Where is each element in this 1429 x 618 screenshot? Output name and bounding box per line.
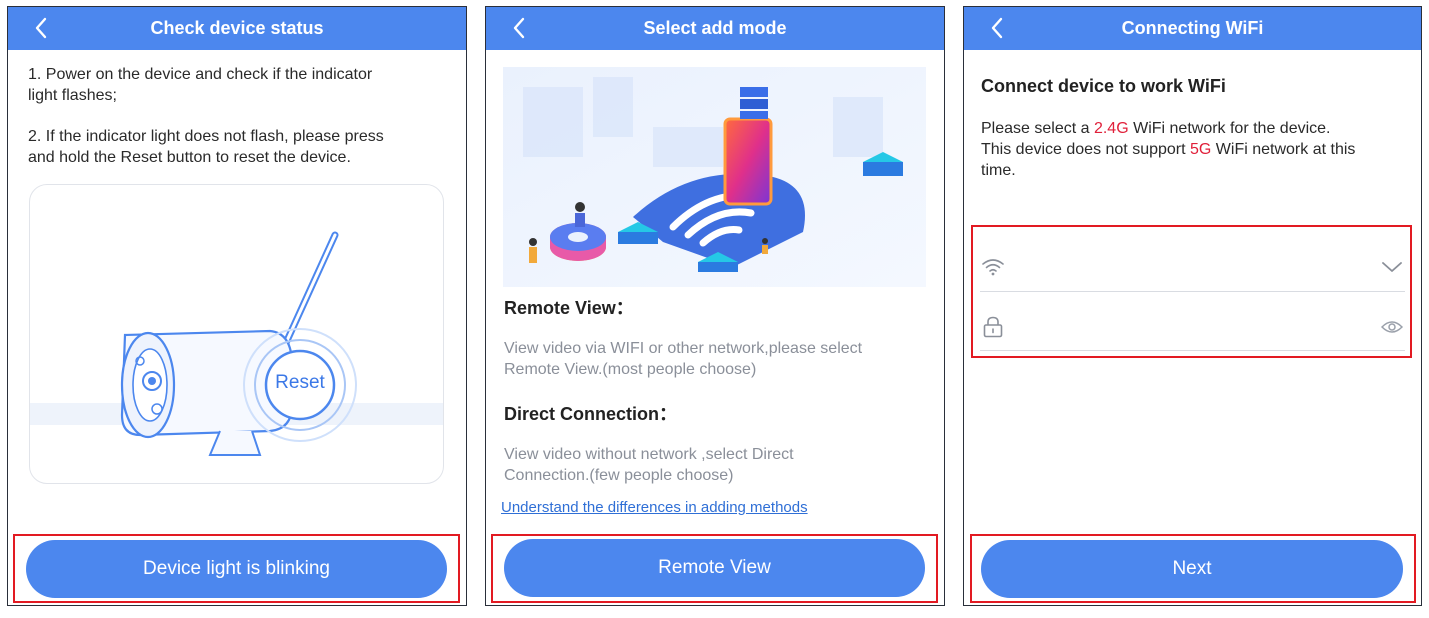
connecting-wifi-screen: Connecting WiFi Connect device to work W… xyxy=(963,6,1422,606)
select-add-mode-screen: Select add mode Remote View： View video … xyxy=(485,6,945,606)
header-bar: Check device status xyxy=(8,7,466,50)
instruction-line: 1. Power on the device and check if the … xyxy=(28,66,373,83)
check-device-status-screen: Check device status 1. Power on the devi… xyxy=(7,6,467,606)
page-title: Check device status xyxy=(150,18,324,38)
chevron-down-icon[interactable] xyxy=(1381,260,1403,274)
direct-connection-description: View video without network ,select Direc… xyxy=(504,444,794,486)
lock-icon xyxy=(983,316,1003,338)
description-line: Connection.(few people choose) xyxy=(504,467,734,484)
band-5g-highlight: 5G xyxy=(1190,141,1212,158)
instruction-step-2: 2. If the indicator light does not flash… xyxy=(28,126,384,168)
instruction-line: and hold the Reset button to reset the d… xyxy=(28,149,351,166)
remote-view-heading: Remote View： xyxy=(504,298,634,318)
description-line: View video via WIFI or other network,ple… xyxy=(504,340,863,357)
device-light-blinking-button[interactable]: Device light is blinking xyxy=(26,540,447,598)
camera-reset-illustration: Reset xyxy=(29,184,444,484)
page-title: Select add mode xyxy=(643,18,787,38)
instruction-line: light flashes; xyxy=(28,87,117,104)
header-bar: Select add mode xyxy=(486,7,944,50)
remote-view-button[interactable]: Remote View xyxy=(504,539,925,597)
wifi-icon xyxy=(982,259,1004,276)
wifi-ssid-field[interactable] xyxy=(980,252,1405,292)
header-bar: Connecting WiFi xyxy=(964,7,1421,50)
remote-view-description: View video via WIFI or other network,ple… xyxy=(504,338,862,380)
eye-icon[interactable] xyxy=(1381,320,1403,334)
requirement-line: time. xyxy=(981,162,1016,179)
remote-network-illustration xyxy=(503,67,926,287)
wifi-requirement-text: Please select a 2.4G WiFi network for th… xyxy=(981,118,1355,181)
description-line: View video without network ,select Direc… xyxy=(504,446,794,463)
security-camera-image xyxy=(30,231,443,456)
instruction-step-1: 1. Power on the device and check if the … xyxy=(28,64,372,106)
reset-button-label: Reset xyxy=(275,372,325,393)
band-2-4g-highlight: 2.4G xyxy=(1093,120,1129,137)
description-line: Remote View.(most people choose) xyxy=(504,361,757,378)
requirement-line: Please select a 2.4G WiFi network for th… xyxy=(981,120,1331,137)
connect-wifi-heading: Connect device to work WiFi xyxy=(981,76,1226,96)
direct-connection-heading: Direct Connection： xyxy=(504,404,678,424)
requirement-line: This device does not support 5G WiFi net… xyxy=(981,141,1356,158)
wifi-password-field[interactable] xyxy=(980,311,1405,351)
next-button[interactable]: Next xyxy=(981,540,1403,598)
page-title: Connecting WiFi xyxy=(1121,18,1264,38)
adding-methods-help-link[interactable]: Understand the differences in adding met… xyxy=(501,499,808,516)
instruction-line: 2. If the indicator light does not flash… xyxy=(28,128,384,145)
